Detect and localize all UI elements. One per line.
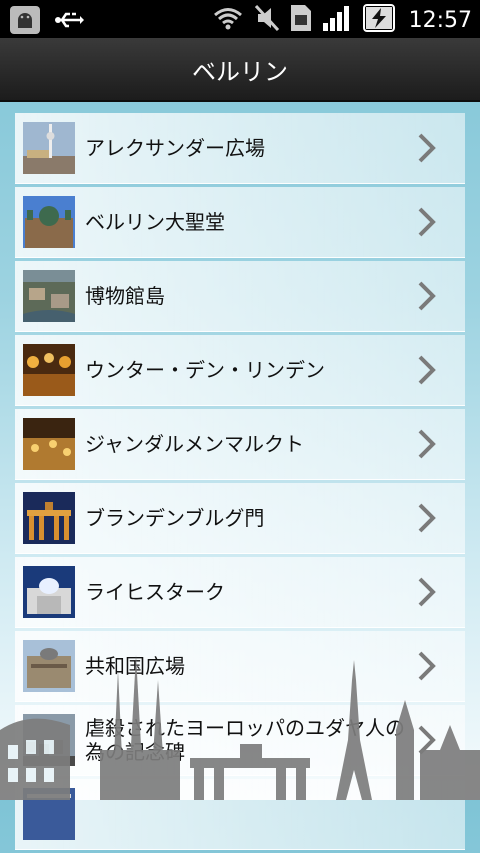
list-item[interactable]: ジャンダルメンマルクト [15, 409, 465, 480]
list-item-label: ベルリン大聖堂 [85, 210, 225, 234]
list-item[interactable]: ライヒスターク [15, 557, 465, 628]
chevron-right-icon [417, 502, 437, 538]
usb-icon [54, 10, 84, 34]
berlin-cathedral-thumb [23, 196, 75, 248]
title-bar: ベルリン [0, 38, 480, 102]
chevron-right-icon [417, 428, 437, 464]
republic-square-thumb [23, 640, 75, 692]
list-item-label: ジャンダルメンマルクト [85, 432, 304, 456]
list-item-label [85, 779, 405, 849]
list-item-label: 虐殺されたヨーロッパのユダヤ人の為の記念碑 [85, 716, 405, 764]
sight-list[interactable]: アレクサンダー広場 ベルリン大聖堂 博物館島 ウンター・デン・リンデン ジャンダ… [15, 113, 465, 853]
wifi-icon [213, 6, 243, 34]
list-item[interactable]: 虐殺されたヨーロッパのユダヤ人の為の記念碑 [15, 705, 465, 776]
status-bar: 12:57 [0, 0, 480, 38]
alexanderplatz-thumb [23, 122, 75, 174]
holocaust-memorial-thumb [23, 714, 75, 766]
page-title: ベルリン [192, 57, 288, 86]
list-item[interactable]: 博物館島 [15, 261, 465, 332]
chevron-right-icon [417, 650, 437, 686]
mute-icon [254, 4, 279, 35]
chevron-right-icon [417, 576, 437, 612]
list-item[interactable]: ウンター・デン・リンデン [15, 335, 465, 406]
chevron-right-icon [417, 354, 437, 390]
list-item-label: ライヒスターク [85, 580, 225, 604]
unter-den-linden-thumb [23, 344, 75, 396]
brandenburg-gate-thumb [23, 492, 75, 544]
chevron-right-icon [417, 206, 437, 242]
list-item-label: ブランデンブルグ門 [85, 506, 265, 530]
list-item-label: ウンター・デン・リンデン [85, 358, 325, 382]
list-item[interactable] [15, 779, 465, 850]
partial-thumb [23, 788, 75, 840]
android-debug-icon [10, 6, 40, 38]
clock: 12:57 [408, 7, 472, 33]
sim-icon [290, 5, 311, 35]
chevron-right-icon [417, 132, 437, 168]
chevron-right-icon [417, 724, 437, 760]
list-item[interactable]: 共和国広場 [15, 631, 465, 702]
list-item-label: アレクサンダー広場 [85, 136, 265, 160]
museum-island-thumb [23, 270, 75, 322]
list-item[interactable]: アレクサンダー広場 [15, 113, 465, 184]
chevron-right-icon [417, 280, 437, 316]
list-item-label: 共和国広場 [85, 654, 185, 678]
list-item-label: 博物館島 [85, 284, 165, 308]
battery-charging-icon [362, 4, 397, 36]
list-item[interactable]: ブランデンブルグ門 [15, 483, 465, 554]
signal-icon [322, 5, 351, 35]
list-item[interactable]: ベルリン大聖堂 [15, 187, 465, 258]
gendarmenmarkt-thumb [23, 418, 75, 470]
reichstag-thumb [23, 566, 75, 618]
